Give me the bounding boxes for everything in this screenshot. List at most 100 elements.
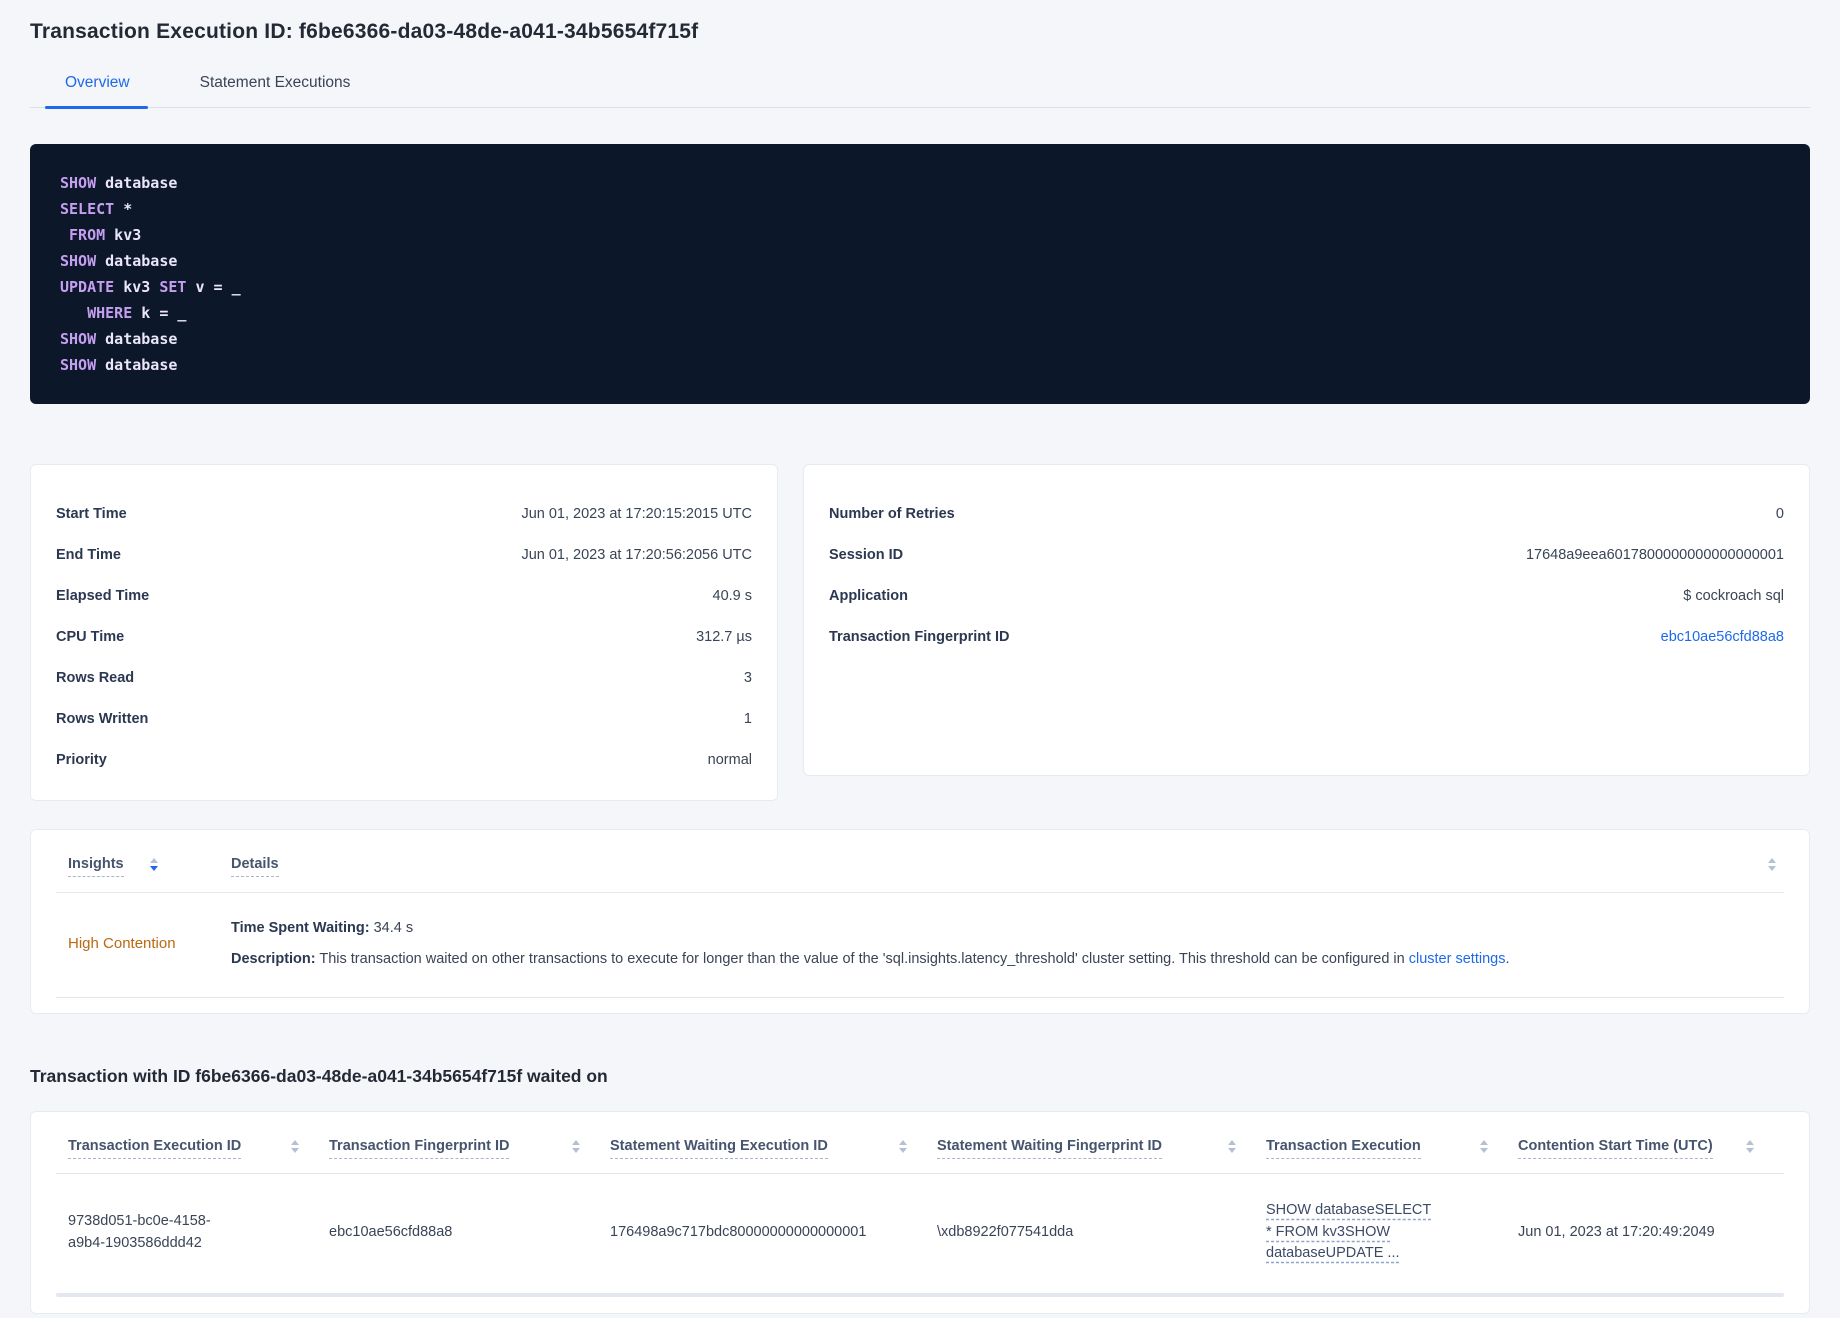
sort-icon[interactable] <box>291 1140 299 1153</box>
description-text: This transaction waited on other transac… <box>315 951 1409 967</box>
detail-row-end-time: End Time Jun 01, 2023 at 17:20:56:2056 UT… <box>56 534 752 575</box>
sql-text: database <box>96 356 178 374</box>
insights-column-label[interactable]: Insights <box>68 856 124 877</box>
session-details-card: Number of Retries 0 Session ID 17648a9eea60… <box>803 464 1810 776</box>
sql-text: * <box>114 200 133 218</box>
detail-label: Rows Written <box>56 710 149 727</box>
detail-label: CPU Time <box>56 628 125 645</box>
sql-keyword: SELECT <box>60 200 115 218</box>
column-label[interactable]: Transaction Execution ID <box>68 1138 242 1159</box>
column-label[interactable]: Statement Waiting Fingerprint ID <box>937 1138 1163 1159</box>
sql-text: k = _ <box>132 304 187 322</box>
cell-statement-waiting-execution-id: 176498a9c717bdc80000000000000001 <box>610 1224 867 1241</box>
detail-value: normal <box>707 751 752 768</box>
sort-icon[interactable] <box>1480 1140 1488 1153</box>
insights-column-header: Insights <box>56 856 231 877</box>
column-label[interactable]: Contention Start Time (UTC) <box>1518 1138 1713 1159</box>
column-label[interactable]: Transaction Execution <box>1266 1138 1421 1159</box>
sql-keyword: UPDATE <box>60 278 115 296</box>
detail-value: 40.9 s <box>712 587 753 604</box>
detail-label: Transaction Fingerprint ID <box>829 628 1010 645</box>
cell-transaction-execution: SHOW databaseSELECT * FROM kv3SHOW datab… <box>1266 1200 1518 1265</box>
sort-icon[interactable] <box>572 1140 580 1153</box>
column-header-statement-waiting-fingerprint-id: Statement Waiting Fingerprint ID <box>937 1138 1266 1159</box>
tab-bar: Overview Statement Executions <box>30 74 1810 109</box>
detail-value: 3 <box>743 669 752 686</box>
insights-card: Insights Details High Contention Time Sp… <box>30 829 1810 1014</box>
sql-keyword: SET <box>159 278 187 296</box>
insights-table-header: Insights Details <box>56 856 1784 893</box>
sql-line: WHERE k = _ <box>60 300 1780 326</box>
detail-value: Jun 01, 2023 at 17:20:56:2056 UTC <box>521 546 752 563</box>
page: Transaction Execution ID: f6be6366-da03-… <box>0 0 1840 1314</box>
sort-down-arrow <box>1746 1148 1754 1153</box>
sql-keyword: SHOW <box>60 356 97 374</box>
detail-row-start-time: Start Time Jun 01, 2023 at 17:20:15:2015 … <box>56 493 752 534</box>
detail-label: Application <box>829 587 908 604</box>
detail-value: 17648a9eea6017800000000000000001 <box>1525 546 1784 563</box>
insight-row: High Contention Time Spent Waiting: 34.4… <box>56 893 1784 998</box>
tab-statement-executions[interactable]: Statement Executions <box>200 74 351 107</box>
detail-value: 312.7 µs <box>696 628 752 645</box>
detail-value: 0 <box>1775 505 1784 522</box>
sql-text: v = _ <box>186 278 241 296</box>
details-column-label[interactable]: Details <box>231 856 279 877</box>
sort-icon[interactable] <box>1228 1140 1236 1153</box>
waited-on-heading: Transaction with ID f6be6366-da03-48de-a… <box>30 1066 608 1086</box>
detail-value: $ cockroach sql <box>1683 587 1784 604</box>
cell-transaction-execution-id: 9738d051-bc0e-4158-a9b4-1903586ddd42 <box>68 1213 211 1252</box>
sort-up-arrow <box>572 1140 580 1145</box>
sql-keyword: SHOW <box>60 252 97 270</box>
sort-up-arrow <box>1228 1140 1236 1145</box>
column-header-contention-start-time-utc: Contention Start Time (UTC) <box>1518 1138 1784 1159</box>
detail-label: End Time <box>56 546 121 563</box>
sort-up-arrow <box>1480 1140 1488 1145</box>
description-suffix: . <box>1505 951 1510 967</box>
column-header-transaction-execution-id: Transaction Execution ID <box>56 1138 329 1159</box>
transaction-execution-link[interactable]: SHOW databaseSELECT * FROM kv3SHOW datab… <box>1266 1200 1438 1265</box>
detail-row-rows-written: Rows Written 1 <box>56 698 752 739</box>
sort-icon[interactable] <box>1768 858 1776 871</box>
sql-line: SHOW database <box>60 352 1780 378</box>
cluster-settings-link[interactable]: cluster settings <box>1409 951 1506 967</box>
detail-row-application: Application $ cockroach sql <box>829 575 1784 616</box>
column-header-statement-waiting-execution-id: Statement Waiting Execution ID <box>610 1138 937 1159</box>
transaction-fingerprint-link[interactable]: ebc10ae56cfd88a8 <box>1661 629 1784 645</box>
sort-down-arrow <box>291 1148 299 1153</box>
sql-text: database <box>96 174 178 192</box>
sql-keyword: SHOW <box>60 330 97 348</box>
detail-label: Start Time <box>56 505 127 522</box>
sql-keyword: WHERE <box>87 304 133 322</box>
sort-icon[interactable] <box>899 1140 907 1153</box>
column-label[interactable]: Transaction Fingerprint ID <box>329 1138 510 1159</box>
sort-icon[interactable] <box>149 858 158 871</box>
detail-value: 1 <box>743 710 752 727</box>
time-spent-waiting-value: 34.4 s <box>369 920 414 936</box>
cell-statement-waiting-fingerprint-id: \xdb8922f077541dda <box>937 1224 1074 1241</box>
sql-text: database <box>96 252 178 270</box>
sql-line: SHOW database <box>60 170 1780 196</box>
detail-label: Session ID <box>829 546 904 563</box>
sort-down-arrow <box>572 1148 580 1153</box>
sort-down-arrow <box>1480 1148 1488 1153</box>
detail-row-number-of-retries: Number of Retries 0 <box>829 493 1784 534</box>
sql-line: SHOW database <box>60 326 1780 352</box>
tab-overview[interactable]: Overview <box>45 74 148 109</box>
detail-value: Jun 01, 2023 at 17:20:15:2015 UTC <box>521 505 752 522</box>
description-label: Description: <box>231 951 316 967</box>
page-title: Transaction Execution ID: f6be6366-da03-… <box>30 20 699 43</box>
sort-down-arrow <box>899 1148 907 1153</box>
column-label[interactable]: Statement Waiting Execution ID <box>610 1138 828 1159</box>
sort-icon[interactable] <box>1746 1140 1754 1153</box>
sql-text: kv3 <box>105 226 142 244</box>
execution-details-card: Start Time Jun 01, 2023 at 17:20:15:2015 … <box>30 464 778 801</box>
detail-label: Priority <box>56 751 107 768</box>
sql-line: SHOW database <box>60 248 1780 274</box>
insight-description: Description: This transaction waited on … <box>231 948 1509 970</box>
detail-row-elapsed-time: Elapsed Time 40.9 s <box>56 575 752 616</box>
sql-text: database <box>96 330 178 348</box>
time-spent-waiting: Time Spent Waiting: 34.4 s <box>231 917 1509 939</box>
detail-row-rows-read: Rows Read 3 <box>56 657 752 698</box>
sql-line: SELECT * <box>60 196 1780 222</box>
